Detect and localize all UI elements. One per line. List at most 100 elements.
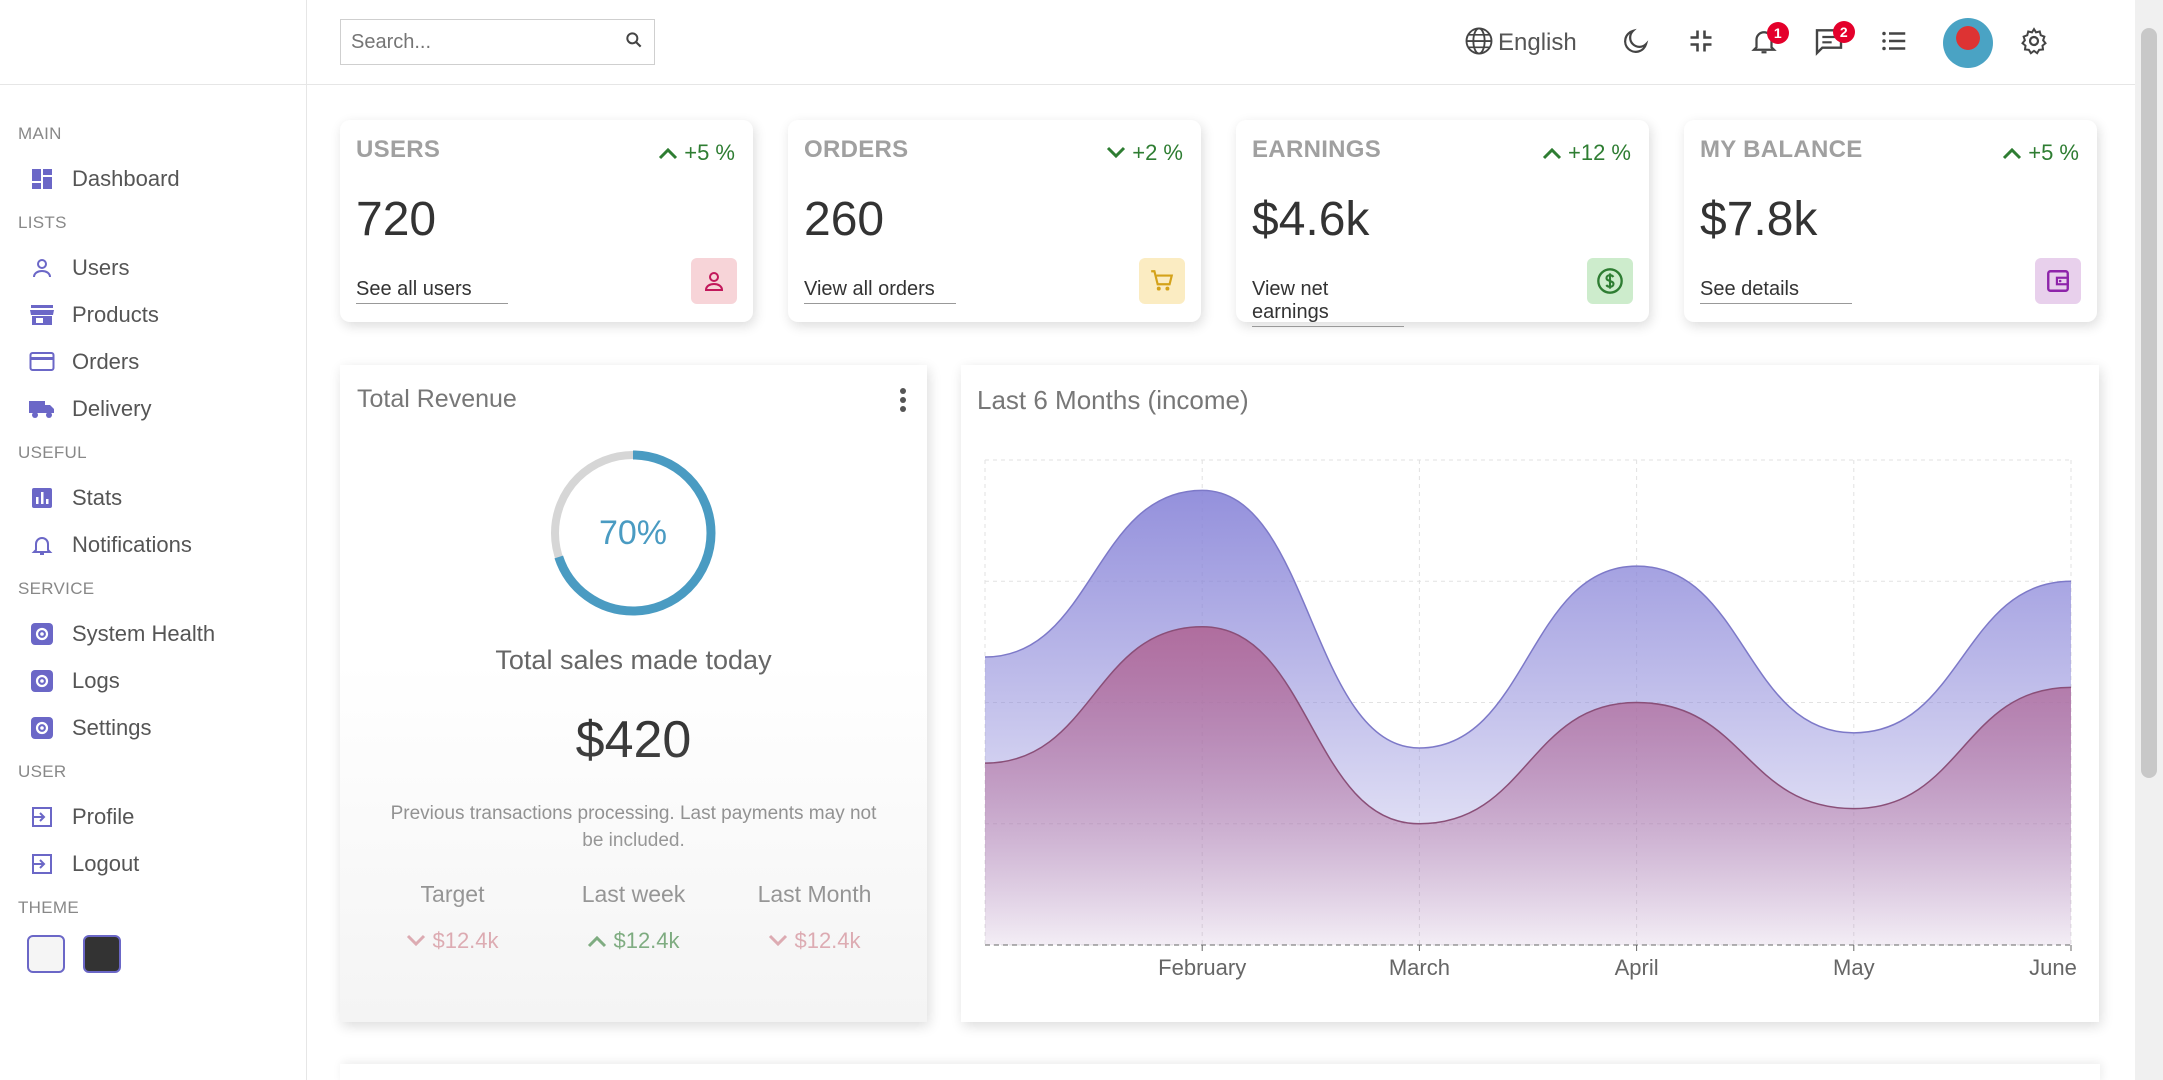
- next-card-edge: [340, 1064, 2100, 1080]
- x-tick-label: March: [1389, 955, 1450, 980]
- dark-theme-swatch[interactable]: [83, 935, 121, 973]
- sidebar-menu: MAIN Dashboard LISTS Users Products Orders Del…: [0, 85, 306, 973]
- stat-value: $12.4k: [613, 928, 680, 953]
- gear-icon: [2019, 26, 2049, 61]
- section-title-lists: LISTS: [18, 213, 67, 232]
- widget-percentage-value: +5 %: [684, 140, 735, 165]
- widget-title: USERS: [356, 136, 441, 163]
- sidebar-item-logout[interactable]: Logout: [18, 840, 306, 887]
- chevron-up-icon: [658, 140, 678, 166]
- topbar: English 1 2: [307, 0, 2163, 85]
- sidebar-item-label: Orders: [72, 348, 140, 374]
- revenue-note: Previous transactions processing. Last p…: [390, 803, 877, 851]
- sidebar-item-delivery[interactable]: Delivery: [18, 385, 306, 432]
- language-label: English: [1498, 29, 1577, 56]
- revenue-percent: 70%: [598, 513, 668, 552]
- search-box: [340, 19, 655, 65]
- section-title-theme: THEME: [18, 898, 79, 917]
- sidebar-item-label: Logs: [72, 667, 120, 693]
- sidebar-item-label: Users: [72, 254, 130, 280]
- dashboard-icon: [28, 165, 56, 193]
- chevron-up-icon: [2002, 140, 2022, 166]
- notifications-badge: 1: [1766, 21, 1789, 44]
- language-selector[interactable]: English: [1464, 26, 1577, 61]
- sidebar-item-label: Delivery: [72, 395, 152, 421]
- sidebar-item-label: Profile: [72, 803, 135, 829]
- dark-mode-toggle[interactable]: [1621, 26, 1651, 61]
- fullscreen-exit-button[interactable]: [1687, 27, 1715, 60]
- moon-icon: [1621, 26, 1651, 61]
- widget-orders: ORDERS +2 % 260 View all orders: [788, 120, 1201, 322]
- sidebar-item-logs[interactable]: Logs: [18, 657, 306, 704]
- chart-title: Last 6 Months (income): [977, 385, 1249, 415]
- globe-icon: [1464, 26, 1494, 61]
- sidebar-item-notifications[interactable]: Notifications: [18, 521, 306, 568]
- logout-icon: [28, 850, 56, 878]
- chevron-up-icon: [1542, 140, 1562, 166]
- widget-title: EARNINGS: [1252, 136, 1382, 163]
- x-tick-label: June: [2029, 955, 2077, 980]
- list-menu-button[interactable]: [1879, 26, 1909, 61]
- user-avatar-button[interactable]: [1942, 18, 1993, 68]
- sidebar-item-label: System Health: [72, 620, 216, 646]
- x-tick-label: April: [1615, 955, 1659, 980]
- total-revenue-card: Total Revenue 70% Total sales made today…: [340, 365, 927, 1022]
- theme-options: [27, 935, 306, 973]
- stat-value-row: $12.4k: [559, 928, 709, 954]
- wallet-icon: [2035, 258, 2081, 304]
- scrollbar-thumb[interactable]: [2141, 28, 2157, 778]
- sidebar-item-stats[interactable]: Stats: [18, 474, 306, 521]
- search-input[interactable]: [351, 30, 624, 54]
- widget-percentage: +2 %: [1106, 140, 1183, 166]
- revenue-subtitle: Total sales made today: [495, 645, 772, 675]
- widget-value: $7.8k: [1700, 193, 1818, 246]
- widget-percentage: +12 %: [1542, 140, 1631, 166]
- widget-title: MY BALANCE: [1700, 136, 1863, 163]
- list-icon: [1879, 26, 1909, 61]
- stat-value: $12.4k: [432, 928, 499, 953]
- sidebar-item-settings[interactable]: Settings: [18, 704, 306, 751]
- section-title-service: SERVICE: [18, 579, 95, 598]
- store-icon: [28, 301, 56, 329]
- widget-value: 260: [804, 193, 885, 246]
- messages-button[interactable]: 2: [1813, 20, 1855, 62]
- sidebar-item-products[interactable]: Products: [18, 291, 306, 338]
- light-theme-swatch[interactable]: [27, 935, 65, 973]
- chevron-up-icon: [587, 928, 607, 954]
- sidebar: MAIN Dashboard LISTS Users Products Orders Del…: [0, 0, 307, 1080]
- x-tick-label: February: [1158, 955, 1246, 980]
- section-title-useful: USEFUL: [18, 443, 87, 462]
- messages-badge: 2: [1832, 20, 1855, 43]
- revenue-amount: $420: [575, 711, 692, 769]
- widget-link[interactable]: View net earnings: [1252, 278, 1404, 327]
- search-icon[interactable]: [624, 30, 644, 55]
- revenue-stats: Target $12.4k Last week $12.4k Last Month $12…: [340, 881, 927, 954]
- sidebar-item-system-health[interactable]: System Health: [18, 610, 306, 657]
- sidebar-item-dashboard[interactable]: Dashboard: [18, 155, 306, 202]
- sidebar-item-users[interactable]: Users: [18, 244, 306, 291]
- person-icon: [691, 258, 737, 304]
- widget-link[interactable]: View all orders: [804, 278, 956, 304]
- income-area-chart: February March April May June: [984, 459, 2077, 980]
- sidebar-item-profile[interactable]: Profile: [18, 793, 306, 840]
- section-title-user: USER: [18, 762, 67, 781]
- widget-link[interactable]: See details: [1700, 278, 1852, 304]
- revenue-title: Total Revenue: [357, 385, 517, 413]
- fullscreen-exit-icon: [1687, 27, 1715, 60]
- bell-icon: [28, 531, 56, 559]
- stat-label: Last week: [581, 881, 686, 907]
- more-options-icon[interactable]: [899, 387, 907, 418]
- widget-value: $4.6k: [1252, 193, 1370, 246]
- widget-users: USERS +5 % 720 See all users: [340, 120, 753, 322]
- page-scrollbar[interactable]: [2135, 0, 2163, 1080]
- notifications-button[interactable]: 1: [1749, 21, 1789, 61]
- settings-button[interactable]: [2019, 26, 2049, 61]
- cart-icon: [1139, 258, 1185, 304]
- chevron-down-icon: [1106, 140, 1126, 166]
- sidebar-item-label: Notifications: [72, 531, 192, 557]
- sidebar-item-orders[interactable]: Orders: [18, 338, 306, 385]
- top-actions: English 1 2: [1464, 18, 2083, 68]
- widget-link[interactable]: See all users: [356, 278, 508, 304]
- stat-value: $12.4k: [794, 928, 861, 953]
- sidebar-item-label: Settings: [72, 714, 152, 740]
